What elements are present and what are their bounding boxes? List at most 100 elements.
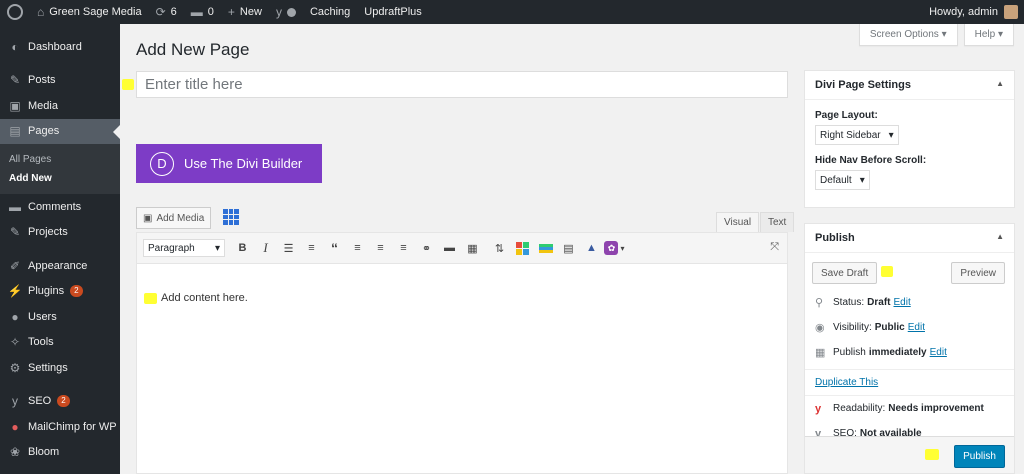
collapse-arrow-icon[interactable]: ▲ [996, 232, 1004, 244]
greeting: Howdy, admin [929, 6, 998, 18]
save-draft-button[interactable]: Save Draft [812, 262, 878, 284]
duplicate-link[interactable]: Duplicate This [815, 377, 878, 388]
grid-builder-icon[interactable] [223, 209, 239, 225]
sidebar-item-appearance[interactable]: ✐ Appearance [0, 253, 120, 279]
sidebar-item-label: Media [28, 99, 58, 112]
user-box-icon[interactable]: ▲ [580, 237, 603, 259]
sidebar-item-pages[interactable]: ▤ Pages [0, 118, 120, 144]
sidebar-item-projects[interactable]: ✎ Projects [0, 220, 120, 246]
numbered-list-icon[interactable]: ≡ [300, 237, 323, 259]
visibility-row: ◉ Visibility: Public Edit [805, 315, 1014, 340]
new-content-link[interactable]: + New [221, 0, 269, 24]
editor-content-area[interactable]: Add content here. [136, 264, 788, 474]
new-label: New [239, 6, 262, 18]
pin-icon: ✎ [9, 73, 21, 88]
updates-icon: ⟳ [155, 5, 166, 19]
sidebar-item-comments[interactable]: ▬ Comments [0, 194, 120, 220]
bold-icon[interactable]: B [231, 237, 254, 259]
sidebar-item-label: Posts [28, 74, 56, 87]
sidebar-item-settings[interactable]: ⚙ Settings [0, 355, 120, 381]
blockquote-icon[interactable]: “ [323, 237, 346, 259]
sidebar-item-seo[interactable]: y SEO 2 [0, 389, 120, 415]
updraft-link[interactable]: UpdraftPlus [357, 0, 428, 24]
bullet-list-icon[interactable]: ☰ [277, 237, 300, 259]
sidebar-item-users[interactable]: ● Users [0, 304, 120, 330]
tabs-icon[interactable] [534, 237, 557, 259]
caching-label: Caching [309, 6, 351, 18]
publish-box: Publish ▲ Save Draft Preview ⚲ Status: Draf… [804, 223, 1015, 474]
user-icon: ● [11, 309, 19, 324]
link-icon[interactable]: ⚭ [415, 237, 438, 259]
title-input[interactable] [136, 71, 788, 98]
divi-options-icon[interactable]: ✿ ▾ [603, 237, 626, 259]
highlight-marker [144, 293, 157, 304]
collapse-arrow-icon[interactable]: ▲ [996, 79, 1004, 91]
help-label: Help [974, 29, 996, 40]
pages-submenu: All Pages Add New [0, 144, 120, 194]
sidebar-item-label: Plugins [28, 285, 65, 298]
readability-row: y Readability: Needs improvement [805, 396, 1014, 421]
edit-visibility-link[interactable]: Edit [908, 322, 925, 333]
divi-logo-icon: D [150, 151, 174, 176]
toolbar-toggle-icon[interactable]: ▦ [461, 237, 484, 259]
add-media-button[interactable]: ▣ Add Media [136, 207, 212, 229]
edit-status-link[interactable]: Edit [893, 297, 910, 308]
tab-text[interactable]: Text [760, 212, 795, 232]
sidebar-item-posts[interactable]: ✎ Posts [0, 68, 120, 94]
yoast-link[interactable]: y [269, 0, 303, 24]
sidebar-item-dashboard[interactable]: ◐ Dashboard [0, 34, 120, 60]
comments-link[interactable]: ▬ 0 [184, 0, 221, 24]
visibility-label: Visibility: [833, 322, 872, 333]
submenu-all-pages[interactable]: All Pages [0, 150, 120, 169]
site-name-link[interactable]: ⌂ Green Sage Media [30, 0, 149, 24]
page-layout-select[interactable]: Right Sidebar ▾ [815, 125, 899, 145]
sidebar-item-media[interactable]: ▣ Media [0, 93, 120, 119]
editor-content-text: Add content here. [161, 292, 248, 304]
sidebar-item-bloom[interactable]: ❀ Bloom [0, 440, 120, 466]
admin-bar: ⌂ Green Sage Media ⟳ 6 ▬ 0 + New y Caching U… [0, 0, 1024, 24]
preview-button[interactable]: Preview [951, 262, 1005, 284]
wordpress-logo[interactable] [0, 0, 30, 24]
pin-icon: ✎ [9, 225, 21, 240]
sidebar-item-mailchimp[interactable]: ● MailChimp for WP [0, 414, 120, 440]
hide-nav-select[interactable]: Default ▾ [815, 170, 870, 190]
toggle-icon[interactable]: ▤ [557, 237, 580, 259]
edit-schedule-link[interactable]: Edit [930, 347, 947, 358]
comment-icon: ▬ [9, 199, 21, 214]
yoast-icon: y [12, 394, 18, 409]
caching-link[interactable]: Caching [303, 0, 357, 24]
align-center-icon[interactable]: ≡ [369, 237, 392, 259]
italic-icon[interactable]: I [254, 237, 277, 259]
yoast-icon: y [275, 5, 282, 19]
updates-link[interactable]: ⟳ 6 [149, 0, 184, 24]
publish-button[interactable]: Publish [954, 445, 1005, 468]
sidebar-item-plugins[interactable]: ⚡ Plugins 2 [0, 279, 120, 305]
sidebar-item-label: Pages [28, 125, 60, 138]
wordpress-icon [7, 4, 23, 20]
editor-toolbar: Paragraph ▾ B I ☰ ≡ “ ≡ ≡ ≡ ⚭ ▬ ▦ ⇅ ▤ ▲ ✿… [136, 232, 788, 264]
hide-nav-label: Hide Nav Before Scroll: [815, 155, 927, 166]
readability-value: Needs improvement [888, 403, 984, 414]
caret-down-icon: ▾ [941, 29, 947, 40]
sidebar-item-tools[interactable]: ✧ Tools [0, 330, 120, 356]
fullscreen-icon[interactable]: ⤧ [770, 241, 779, 254]
home-icon: ⌂ [37, 5, 45, 19]
divi-builder-button[interactable]: D Use The Divi Builder [136, 144, 322, 183]
account-menu[interactable]: Howdy, admin [929, 5, 1024, 19]
help-button[interactable]: Help ▾ [963, 24, 1014, 46]
publish-header[interactable]: Publish ▲ [805, 224, 1014, 253]
media-icon: ▣ [143, 212, 153, 224]
submenu-add-new[interactable]: Add New [0, 169, 120, 188]
read-more-icon[interactable]: ▬ [438, 237, 461, 259]
format-select[interactable]: Paragraph ▾ [143, 239, 225, 257]
align-right-icon[interactable]: ≡ [392, 237, 415, 259]
divi-settings-header[interactable]: Divi Page Settings ▲ [805, 71, 1014, 100]
align-left-icon[interactable]: ≡ [346, 237, 369, 259]
tab-visual[interactable]: Visual [716, 212, 760, 232]
screen-options-label: Screen Options [869, 29, 939, 40]
sidebar-item-label: Appearance [28, 259, 88, 272]
caret-down-icon: ▾ [997, 29, 1003, 40]
layout-icon[interactable] [511, 237, 534, 259]
screen-options-button[interactable]: Screen Options ▾ [858, 24, 958, 46]
shortcode-icon[interactable]: ⇅ [488, 237, 511, 259]
